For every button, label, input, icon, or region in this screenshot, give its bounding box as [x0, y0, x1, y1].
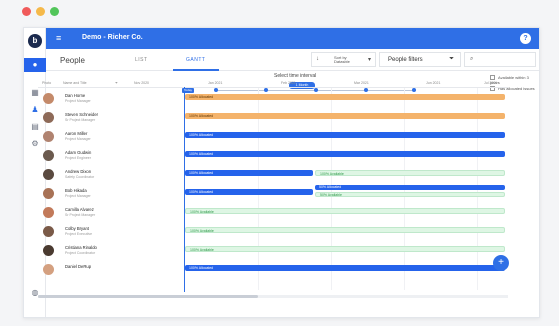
person-role: Project Coordinator: [65, 251, 96, 255]
list-item[interactable]: Daniel DeRup: [38, 261, 184, 278]
top-bar: ≡ Demo - Richer Co. ?: [46, 28, 539, 49]
allocation-bar[interactable]: 100% Allocated: [185, 189, 313, 195]
allocation-bar[interactable]: 50% Available: [315, 192, 505, 197]
person-name[interactable]: Steven Schneider: [65, 112, 98, 117]
avatar: [43, 264, 54, 275]
allocation-bar[interactable]: 100% Available: [185, 246, 505, 252]
list-item[interactable]: Adam Gudwin Project Engineer: [38, 147, 184, 164]
person-name[interactable]: Andrew Dixon: [65, 169, 91, 174]
month-label: Jul 2021: [484, 81, 498, 85]
avatar: [43, 188, 54, 199]
person-role: Project Manager: [65, 99, 91, 103]
list-item[interactable]: Aaron Miller Project Manager: [38, 128, 184, 145]
avatar: [43, 207, 54, 218]
allocation-bar[interactable]: 100% Allocated: [185, 170, 313, 176]
people-filter-button[interactable]: People filters ⏷: [379, 52, 461, 67]
person-role: Project Manager: [65, 194, 91, 198]
allocation-bar[interactable]: 100% Allocated: [185, 132, 505, 138]
person-name[interactable]: Adam Gudwin: [65, 150, 91, 155]
month-label: Mar 2021: [354, 81, 369, 85]
avatar: [43, 245, 54, 256]
screenshot-frame: b ● ▦ ♟ ▤ ⚙ ◍ ≡ Demo - Richer Co. ? Peop…: [0, 0, 559, 326]
grid-header: Photo Name and Title ⏷ Nov 2020 Jan 2021…: [38, 78, 508, 88]
avatar: [43, 93, 54, 104]
app-title: Demo - Richer Co.: [82, 34, 143, 41]
person-name[interactable]: Cristiana Rinaldo: [65, 245, 97, 250]
user-icon[interactable]: ●: [24, 58, 46, 72]
filter-icon: ⏷: [449, 56, 454, 62]
sort-value: Datasble: [334, 59, 350, 64]
allocation-bar[interactable]: 100% Available: [185, 227, 505, 233]
avatar: [43, 226, 54, 237]
allocation-bar[interactable]: 50% Allocated: [315, 185, 505, 190]
people-list: Dan Horne Project Manager Steven Schneider…: [38, 90, 184, 290]
person-role: Project Executive: [65, 232, 93, 236]
list-item[interactable]: Dan Horne Project Manager: [38, 90, 184, 107]
tab-gantt[interactable]: GANTT: [186, 57, 205, 63]
person-name[interactable]: Aaron Miller: [65, 131, 87, 136]
horizontal-scrollbar[interactable]: [38, 295, 508, 298]
search-icon: ⌕: [470, 56, 474, 62]
person-role: Project Engineer: [65, 156, 91, 160]
person-role: Sr Project Manager: [65, 213, 96, 217]
allocation-bar[interactable]: 100% Allocated: [185, 265, 505, 271]
section-title: People: [60, 56, 85, 65]
month-label: Jan 2021: [208, 81, 223, 85]
allocation-bar[interactable]: 100% Available: [315, 170, 505, 176]
maximize-dot[interactable]: [50, 7, 59, 16]
person-role: Sr Project Manager: [65, 118, 96, 122]
avatar: [43, 150, 54, 161]
minimize-dot[interactable]: [36, 7, 45, 16]
filter-icon[interactable]: ⏷: [115, 81, 118, 85]
month-label: Feb 2021: [281, 81, 296, 85]
allocation-bar[interactable]: 100% Allocated: [185, 151, 505, 157]
person-name[interactable]: Camilla Alvarez: [65, 207, 94, 212]
avatar: [43, 112, 54, 123]
list-item[interactable]: Bob Hikada Project Manager: [38, 185, 184, 202]
month-label: Nov 2020: [134, 81, 149, 85]
scrollbar-thumb[interactable]: [38, 295, 258, 298]
list-item[interactable]: Cristiana Rinaldo Project Coordinator: [38, 242, 184, 259]
allocation-bar[interactable]: 100% Allocated: [185, 113, 505, 119]
person-name[interactable]: Colby Bryant: [65, 226, 89, 231]
window-controls: [22, 7, 59, 16]
avatar: [43, 169, 54, 180]
list-item[interactable]: Camilla Alvarez Sr Project Manager: [38, 204, 184, 221]
app-logo[interactable]: b: [28, 34, 42, 48]
person-role: Project Manager: [65, 137, 91, 141]
list-item[interactable]: Colby Bryant Project Executive: [38, 223, 184, 240]
column-name[interactable]: Name and Title: [63, 81, 87, 85]
column-photo: Photo: [42, 81, 52, 85]
toolbar: People LIST GANTT ↓ Sort by Datasble ▾ Pe…: [46, 49, 539, 71]
person-name[interactable]: Bob Hikada: [65, 188, 87, 193]
search-input[interactable]: ⌕: [464, 52, 536, 67]
chevron-down-icon: ▾: [367, 57, 371, 63]
sort-arrow-icon: ↓: [316, 56, 319, 62]
today-marker: [184, 87, 185, 292]
person-name[interactable]: Dan Horne: [65, 93, 85, 98]
people-filter-label: People filters: [388, 57, 423, 63]
person-name[interactable]: Daniel DeRup: [65, 264, 91, 269]
allocation-bar[interactable]: 100% Allocated: [185, 94, 505, 100]
hamburger-icon[interactable]: ≡: [56, 33, 61, 43]
tab-list[interactable]: LIST: [135, 57, 148, 63]
month-label: Jun 2021: [426, 81, 441, 85]
help-icon[interactable]: ?: [520, 33, 531, 44]
add-button[interactable]: +: [493, 255, 509, 271]
close-dot[interactable]: [22, 7, 31, 16]
list-item[interactable]: Steven Schneider Sr Project Manager: [38, 109, 184, 126]
gantt-chart: 100% Allocated 100% Allocated 100% Allocat…: [184, 88, 508, 290]
avatar: [43, 131, 54, 142]
person-role: Safety Coordinator: [65, 175, 95, 179]
allocation-bar[interactable]: 100% Available: [185, 208, 505, 214]
today-flag: Today: [182, 88, 194, 93]
list-item[interactable]: Andrew Dixon Safety Coordinator: [38, 166, 184, 183]
sort-select[interactable]: ↓ Sort by Datasble ▾: [311, 52, 376, 67]
